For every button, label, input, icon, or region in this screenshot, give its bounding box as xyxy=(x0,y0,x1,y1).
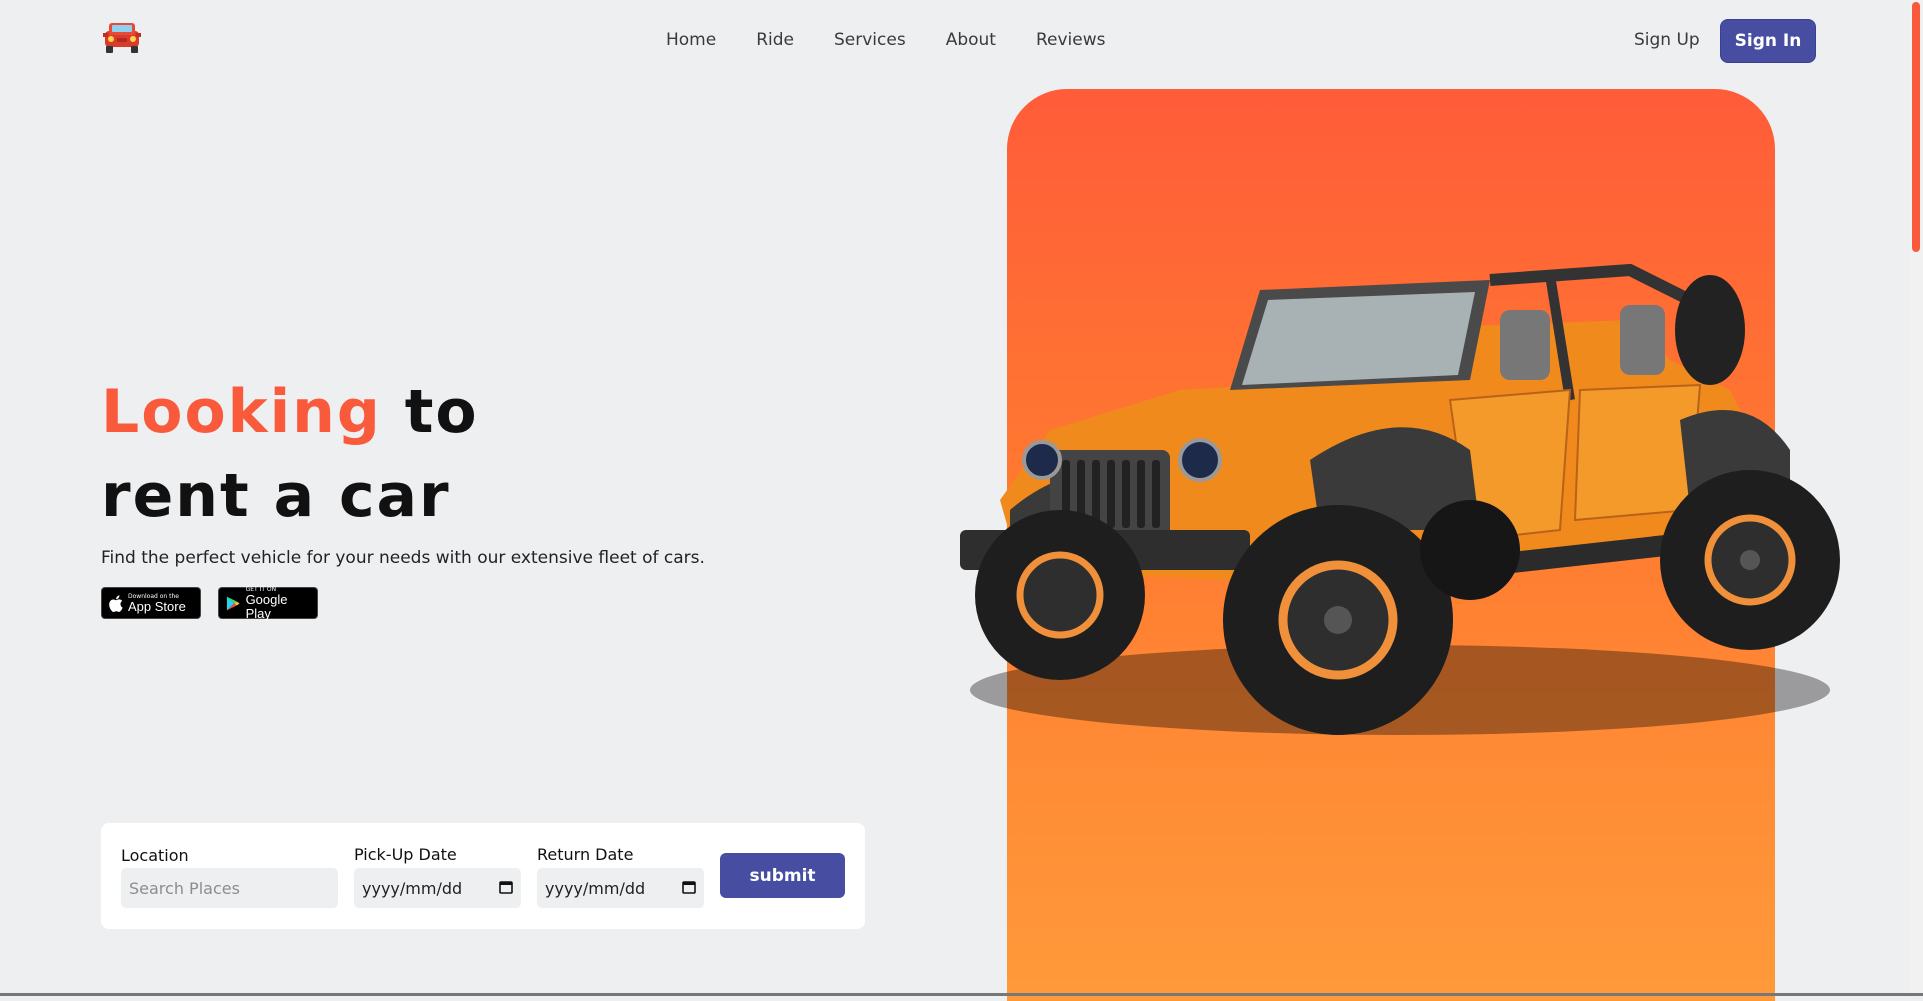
scrollbar[interactable] xyxy=(1909,0,1923,996)
calendar-icon[interactable] xyxy=(499,880,513,894)
apple-icon xyxy=(109,594,123,612)
app-store-big-text: App Store xyxy=(128,598,186,614)
hero-title-rest: to xyxy=(381,377,479,447)
nav-services[interactable]: Services xyxy=(834,30,906,50)
google-play-badge[interactable]: GET IT ON Google Play xyxy=(218,586,318,621)
logo-car-icon[interactable] xyxy=(101,19,143,55)
scrollbar-thumb[interactable] xyxy=(1912,2,1920,252)
return-date-label: Return Date xyxy=(537,845,634,864)
google-play-big-text: Google Play xyxy=(245,591,288,621)
google-play-icon xyxy=(226,596,240,610)
calendar-icon[interactable] xyxy=(682,880,696,894)
location-input[interactable]: Search Places xyxy=(121,868,338,908)
hero-subtitle: Find the perfect vehicle for your needs … xyxy=(101,548,705,568)
sign-in-button[interactable]: Sign In xyxy=(1720,19,1816,63)
pickup-date-label: Pick-Up Date xyxy=(354,845,457,864)
location-label: Location xyxy=(121,846,189,865)
hero-title-accent: Looking xyxy=(101,377,382,447)
orange-jeep-image xyxy=(960,263,1840,735)
pickup-date-input[interactable]: yyyy/mm/dd xyxy=(354,868,521,908)
nav-reviews[interactable]: Reviews xyxy=(1036,30,1106,50)
submit-button[interactable]: submit xyxy=(720,853,845,898)
hero-title-line2: rent a car xyxy=(101,461,451,531)
nav-about[interactable]: About xyxy=(946,30,996,50)
app-store-badge[interactable]: Download on the App Store xyxy=(101,587,201,619)
nav-home[interactable]: Home xyxy=(666,30,716,50)
nav-ride[interactable]: Ride xyxy=(756,30,794,50)
pickup-date-value: yyyy/mm/dd xyxy=(362,878,463,898)
return-date-input[interactable]: yyyy/mm/dd xyxy=(537,868,704,908)
return-date-value: yyyy/mm/dd xyxy=(545,878,646,898)
hero-title: Looking to rent a car xyxy=(101,370,479,538)
sign-up-link[interactable]: Sign Up xyxy=(1634,30,1700,50)
main-nav: Home Ride Services About Reviews xyxy=(666,30,1145,50)
